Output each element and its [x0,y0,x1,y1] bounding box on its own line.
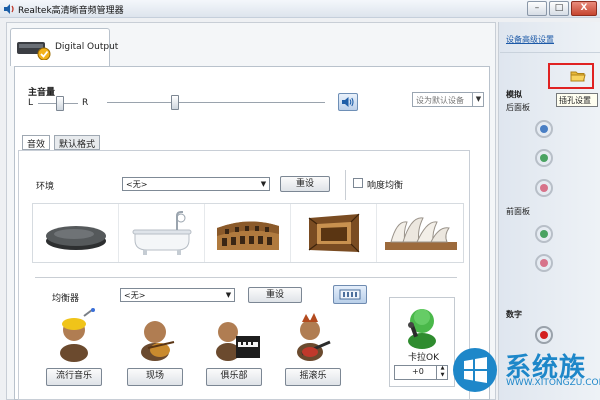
speaker-icon [342,97,354,107]
loudness-equalization-checkbox[interactable] [353,178,363,188]
equalizer-label: 均衡器 [52,294,80,304]
graphic-equalizer-button[interactable] [333,285,367,304]
preset-rock-button[interactable]: 摇滚乐 [285,368,341,386]
environment-select[interactable]: <无> [122,177,270,191]
digital-output-device-icon [17,42,51,60]
front-jack-green[interactable] [535,225,553,243]
balance-slider-thumb[interactable] [56,96,64,111]
maximize-button[interactable]: □ [549,1,569,16]
volume-slider-thumb[interactable] [171,95,179,110]
back-jack-green[interactable] [535,149,553,167]
chevron-down-icon: ▼ [225,291,232,299]
folder-icon [570,71,586,82]
tab-default-format[interactable]: 默认格式 [54,135,101,150]
preset-pop-button[interactable]: 流行音乐 [46,368,102,386]
environment-preset-bathroom[interactable] [119,204,205,262]
live-figure-icon [141,321,175,361]
wooden-room-icon [308,213,360,253]
preset-club-button[interactable]: 俱乐部 [206,368,262,386]
stepper-arrows-icon[interactable]: ▲ ▼ [436,365,448,380]
divider [345,170,346,200]
volume-slider-track [107,102,325,104]
divider [35,277,457,278]
main-volume-label: 主音量 [28,88,56,98]
analog-label: 模拟 [506,90,522,99]
environment-preset-opera-house[interactable] [377,204,463,262]
stone-icon [46,226,106,250]
environment-preset-wooden-room[interactable] [291,204,377,262]
colosseum-icon [217,221,279,250]
front-jack-pink[interactable] [535,254,553,272]
device-advanced-settings-link[interactable]: 设备高级设置 [506,34,554,45]
connector-settings-tooltip: 插孔设置 [556,93,598,107]
watermark-url: WWW.XITONGZU.COM [506,378,600,388]
speaker-app-icon [4,4,14,14]
equalizer-icon [339,289,361,300]
mute-button[interactable] [338,93,358,111]
environment-reset-button[interactable]: 重设 [280,176,330,192]
connector-settings-highlight[interactable] [548,63,594,89]
window-title: Realtek高清晰音频管理器 [18,6,124,16]
opera-house-icon [385,217,457,250]
digital-label: 数字 [506,310,522,319]
bathtub-icon [132,211,192,255]
rock-figure-icon [297,313,331,361]
divider [500,52,600,53]
back-jack-pink[interactable] [535,179,553,197]
club-figure-icon [216,322,260,361]
balance-right-label: R [82,98,89,108]
digital-jack-red[interactable] [535,326,553,344]
equalizer-reset-button[interactable]: 重设 [248,287,302,303]
environment-label: 环境 [36,182,55,192]
tab-sound-effects[interactable]: 音效 [22,135,51,150]
back-jack-blue[interactable] [535,120,553,138]
minimize-button[interactable]: – [527,1,547,16]
close-button[interactable]: X [571,1,597,16]
karaoke-value: +0 [412,367,424,376]
chevron-down-icon: ▼ [260,180,267,188]
balance-left-label: L [28,98,34,108]
windows-logo-watermark [453,348,497,392]
environment-preset-colosseum[interactable] [205,204,291,262]
tab-label: Digital Output [55,42,119,52]
front-panel-label: 前面板 [506,207,530,216]
pop-music-figure-icon [60,308,95,362]
back-panel-label: 后面板 [506,103,530,112]
preset-live-button[interactable]: 现场 [127,368,183,386]
equalizer-select[interactable]: <无> [120,288,235,302]
karaoke-label: 卡拉OK [408,353,439,363]
loudness-equalization-label: 响度均衡 [367,181,404,191]
environment-preset-stone[interactable] [33,204,119,262]
chevron-down-icon[interactable]: ▼ [472,92,484,107]
karaoke-singer-icon [408,309,436,349]
